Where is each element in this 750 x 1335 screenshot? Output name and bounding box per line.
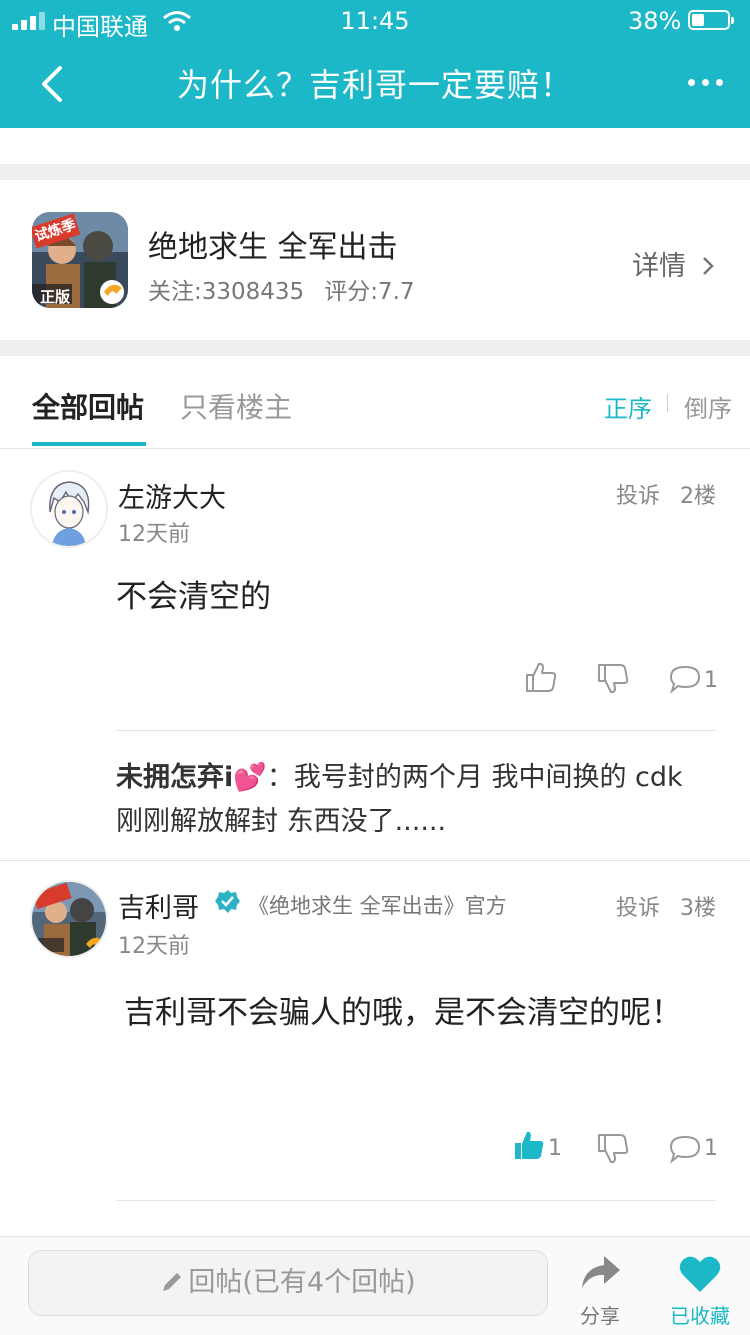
- top-bar: 中国联通 11:45 38% 为什么？吉利哥一定要赔！: [0, 0, 750, 128]
- active-tab-indicator: [32, 442, 146, 446]
- divider: [0, 164, 750, 180]
- battery-icon: [688, 10, 734, 30]
- comment-count: 1: [704, 1136, 718, 1161]
- thumbs-down-icon[interactable]: [596, 1132, 630, 1166]
- pencil-icon: [163, 1273, 182, 1291]
- sort-ascending[interactable]: 正序: [604, 389, 652, 424]
- post-content: 吉利哥不会骗人的哦，是不会清空的呢！: [124, 995, 682, 1031]
- report-button[interactable]: 投诉: [616, 890, 660, 922]
- divider: [116, 1200, 716, 1201]
- game-icon[interactable]: 试炼季 正版: [32, 212, 128, 308]
- verified-badge-icon: [215, 890, 240, 913]
- chevron-right-icon: [702, 257, 714, 275]
- like-count: 1: [548, 1136, 562, 1161]
- share-label[interactable]: 分享: [580, 1300, 620, 1329]
- reply-username: 未拥怎弃i💕: [116, 762, 267, 793]
- divider: [0, 340, 750, 356]
- floor-number: 2楼: [680, 484, 716, 509]
- divider: [0, 448, 750, 449]
- heart-filled-icon[interactable]: [678, 1254, 722, 1294]
- status-bar: 中国联通 11:45 38%: [0, 0, 750, 41]
- comment-icon[interactable]: [668, 1134, 702, 1164]
- official-label: 《绝地求生 全军出击》官方: [248, 894, 507, 918]
- more-icon[interactable]: [686, 74, 726, 90]
- sort-descending[interactable]: 倒序: [684, 389, 732, 424]
- floor-number: 3楼: [680, 896, 716, 921]
- thumbs-down-icon[interactable]: [596, 662, 630, 696]
- username[interactable]: 左游大大: [118, 476, 226, 515]
- avatar[interactable]: [32, 472, 106, 546]
- report-button[interactable]: 投诉: [616, 478, 660, 510]
- game-meta: 关注:3308435 评分:7.7: [148, 272, 435, 306]
- avatar[interactable]: [32, 882, 106, 956]
- tab-all-replies[interactable]: 全部回帖: [32, 386, 144, 426]
- comment-icon[interactable]: [668, 664, 702, 694]
- follow-count: 关注:3308435: [148, 279, 305, 305]
- post-time: 12天前: [118, 522, 190, 547]
- tab-owner-only[interactable]: 只看楼主: [180, 386, 292, 426]
- page-title: 为什么？吉利哥一定要赔！: [176, 66, 573, 104]
- post-time: 12天前: [118, 934, 190, 959]
- post-content: 不会清空的: [116, 579, 271, 615]
- detail-label: 详情: [632, 251, 686, 282]
- reply-input[interactable]: 回帖(已有4个回帖): [28, 1250, 548, 1316]
- divider: [0, 860, 750, 861]
- game-rating: 评分:7.7: [324, 279, 415, 305]
- thumbs-up-filled-icon[interactable]: [512, 1128, 546, 1162]
- favorited-label[interactable]: 已收藏: [670, 1300, 730, 1329]
- detail-link[interactable]: 详情: [632, 244, 715, 283]
- comment-count: 1: [704, 668, 718, 693]
- share-icon[interactable]: [580, 1254, 622, 1290]
- thumbs-up-icon[interactable]: [524, 660, 558, 694]
- reply-preview[interactable]: 未拥怎弃i💕：我号封的两个月 我中间换的 cdk 刚刚解放解封 东西没了....…: [116, 756, 716, 844]
- username[interactable]: 吉利哥: [118, 886, 199, 925]
- reply-placeholder: 回帖(已有4个回帖): [188, 1267, 416, 1298]
- sort-divider: [667, 394, 668, 412]
- battery-percent: 38%: [628, 7, 682, 35]
- divider: [116, 730, 716, 731]
- game-name[interactable]: 绝地求生 全军出击: [148, 222, 398, 266]
- icon-badge: 正版: [40, 288, 71, 306]
